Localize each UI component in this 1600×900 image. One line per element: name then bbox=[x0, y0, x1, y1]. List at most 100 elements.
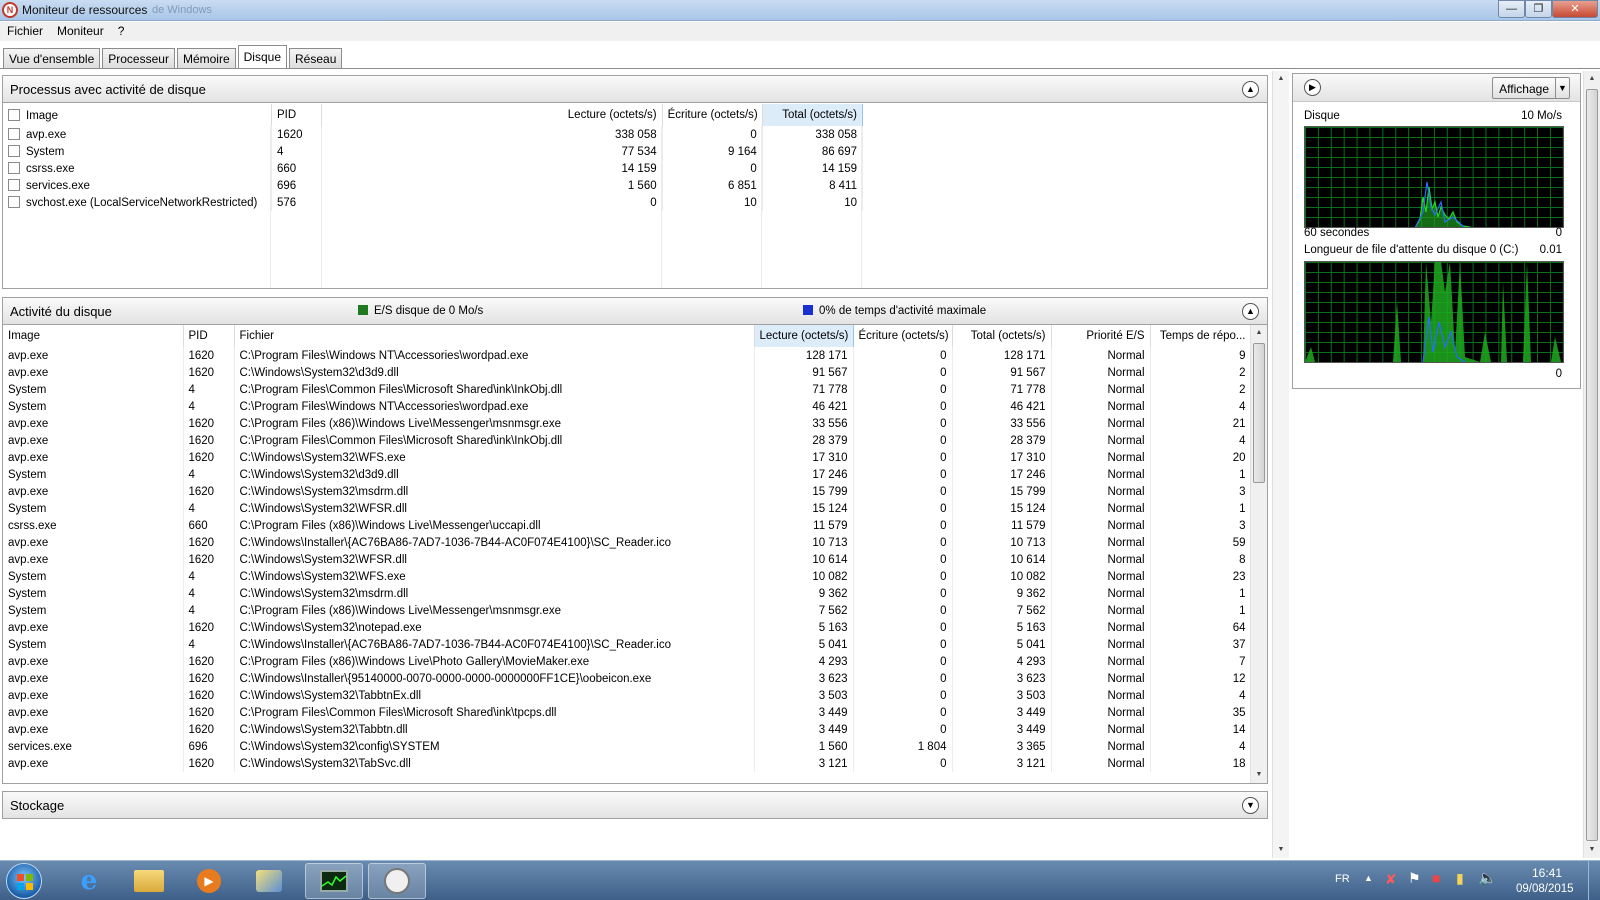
process-checkbox[interactable] bbox=[8, 196, 20, 208]
scroll-thumb[interactable] bbox=[1586, 89, 1598, 841]
expand-down-icon[interactable]: ▼ bbox=[1242, 797, 1259, 814]
activity-row[interactable]: System 4 C:\Windows\System32\d3d9.dll 17 24… bbox=[3, 466, 1252, 483]
taskbar-paint[interactable] bbox=[240, 863, 298, 899]
col-response-time[interactable]: Temps de répo... bbox=[1150, 325, 1252, 347]
activity-row[interactable]: avp.exe 1620 C:\Program Files\Common Files… bbox=[3, 704, 1252, 721]
side-scrollbar[interactable]: ▲ ▼ bbox=[1583, 71, 1600, 858]
menu-file[interactable]: Fichier bbox=[0, 22, 50, 38]
tab-cpu[interactable]: Processeur bbox=[102, 48, 175, 69]
process-checkbox[interactable] bbox=[8, 128, 20, 140]
show-hidden-icons-icon[interactable]: ▲ bbox=[1364, 873, 1373, 883]
process-checkbox[interactable] bbox=[8, 145, 20, 157]
collapse-up-icon[interactable]: ▲ bbox=[1242, 303, 1259, 320]
activity-row[interactable]: System 4 C:\Windows\System32\msdrm.dll 9 36… bbox=[3, 585, 1252, 602]
activity-row[interactable]: avp.exe 1620 C:\Program Files\Common Files… bbox=[3, 432, 1252, 449]
col-file[interactable]: Fichier bbox=[234, 325, 755, 347]
power-icon[interactable]: ▮ bbox=[1456, 870, 1464, 887]
process-image: services.exe bbox=[3, 177, 272, 194]
activity-row[interactable]: avp.exe 1620 C:\Program Files (x86)\Window… bbox=[3, 415, 1252, 432]
process-row[interactable]: avp.exe 1620 338 058 0 338 058 bbox=[3, 126, 864, 143]
col-pid[interactable]: PID bbox=[183, 325, 235, 347]
activity-scrollbar[interactable]: ▲ ▼ bbox=[1250, 325, 1267, 783]
process-checkbox[interactable] bbox=[8, 162, 20, 174]
process-row[interactable]: services.exe 696 1 560 6 851 8 411 bbox=[3, 177, 864, 194]
tab-disk[interactable]: Disque bbox=[237, 45, 287, 69]
col-image[interactable]: Image bbox=[3, 325, 184, 347]
activity-file: C:\Program Files (x86)\Windows Live\Mess… bbox=[234, 415, 755, 432]
menu-help[interactable]: ? bbox=[111, 22, 132, 38]
processes-panel-header[interactable]: Processus avec activité de disque ▲ bbox=[2, 75, 1268, 103]
taskbar-resource-monitor[interactable] bbox=[368, 863, 426, 899]
scroll-up-icon[interactable]: ▲ bbox=[1273, 71, 1289, 87]
storage-panel-header[interactable]: Stockage ▼ bbox=[2, 791, 1268, 819]
clock-time[interactable]: 16:41 bbox=[1532, 866, 1562, 880]
activity-row[interactable]: System 4 C:\Program Files (x86)\Windows Li… bbox=[3, 602, 1252, 619]
activity-row[interactable]: avp.exe 1620 C:\Windows\System32\msdrm.dll… bbox=[3, 483, 1252, 500]
activity-row[interactable]: avp.exe 1620 C:\Windows\System32\TabSvc.dl… bbox=[3, 755, 1252, 772]
activity-row[interactable]: avp.exe 1620 C:\Windows\System32\d3d9.dll 9… bbox=[3, 364, 1252, 381]
show-desktop-button[interactable] bbox=[1588, 861, 1600, 900]
col-read[interactable]: Lecture (octets/s) bbox=[321, 104, 663, 126]
scroll-up-icon[interactable]: ▲ bbox=[1584, 71, 1600, 87]
activity-row[interactable]: avp.exe 1620 C:\Windows\Installer\{AC76BA8… bbox=[3, 534, 1252, 551]
activity-row[interactable]: avp.exe 1620 C:\Windows\System32\WFS.exe 17… bbox=[3, 449, 1252, 466]
scroll-thumb[interactable] bbox=[1253, 343, 1265, 483]
chevron-right-icon[interactable]: ▶ bbox=[1304, 79, 1321, 96]
col-pid[interactable]: PID bbox=[271, 104, 323, 126]
process-row[interactable]: System 4 77 534 9 164 86 697 bbox=[3, 143, 864, 160]
antivirus-icon[interactable]: ■ bbox=[1432, 870, 1440, 886]
volume-icon[interactable]: 🔈 bbox=[1478, 869, 1497, 887]
activity-row[interactable]: avp.exe 1620 C:\Windows\System32\Tabbtn.dl… bbox=[3, 721, 1252, 738]
col-io-priority[interactable]: Priorité E/S bbox=[1051, 325, 1151, 347]
activity-row[interactable]: avp.exe 1620 C:\Windows\System32\TabbtnEx.… bbox=[3, 687, 1252, 704]
col-write[interactable]: Écriture (octets/s) bbox=[853, 325, 953, 347]
col-image[interactable]: Image bbox=[3, 104, 272, 126]
col-total[interactable]: Total (octets/s) bbox=[761, 104, 864, 126]
view-dropdown[interactable]: Affichage ▼ bbox=[1492, 77, 1570, 99]
start-button[interactable] bbox=[6, 863, 42, 899]
action-center-flag-icon[interactable]: ⚑ bbox=[1408, 870, 1421, 887]
language-indicator[interactable]: FR bbox=[1335, 873, 1350, 885]
activity-row[interactable]: avp.exe 1620 C:\Program Files (x86)\Window… bbox=[3, 653, 1252, 670]
process-checkbox[interactable] bbox=[8, 179, 20, 191]
minimize-button[interactable]: — bbox=[1498, 0, 1525, 18]
activity-row[interactable]: avp.exe 1620 C:\Program Files\Windows NT\A… bbox=[3, 347, 1252, 364]
taskbar-explorer[interactable] bbox=[120, 863, 178, 899]
main-scrollbar[interactable]: ▲ ▼ bbox=[1272, 71, 1289, 858]
process-row[interactable]: svchost.exe (LocalServiceNetworkRestrict… bbox=[3, 194, 864, 211]
process-row[interactable]: csrss.exe 660 14 159 0 14 159 bbox=[3, 160, 864, 177]
select-all-checkbox[interactable] bbox=[8, 108, 20, 121]
scroll-up-icon[interactable]: ▲ bbox=[1251, 325, 1267, 341]
collapse-up-icon[interactable]: ▲ bbox=[1242, 81, 1259, 98]
scroll-down-icon[interactable]: ▼ bbox=[1584, 842, 1600, 858]
activity-row[interactable]: System 4 C:\Windows\Installer\{AC76BA86-7A… bbox=[3, 636, 1252, 653]
taskbar-task-manager[interactable] bbox=[305, 863, 363, 899]
tab-network[interactable]: Réseau bbox=[289, 48, 343, 69]
chevron-down-icon[interactable]: ▼ bbox=[1555, 78, 1569, 98]
activity-row[interactable]: System 4 C:\Windows\System32\WFS.exe 10 082… bbox=[3, 568, 1252, 585]
taskbar-media-player[interactable]: ▶ bbox=[180, 863, 238, 899]
close-button[interactable]: ✕ bbox=[1552, 0, 1598, 18]
activity-panel-header[interactable]: Activité du disque E/S disque de 0 Mo/s … bbox=[2, 297, 1268, 325]
activity-row[interactable]: csrss.exe 660 C:\Program Files (x86)\Windo… bbox=[3, 517, 1252, 534]
tab-overview[interactable]: Vue d'ensemble bbox=[3, 48, 101, 69]
activity-row[interactable]: System 4 C:\Program Files\Common Files\Mic… bbox=[3, 381, 1252, 398]
col-total[interactable]: Total (octets/s) bbox=[952, 325, 1052, 347]
activity-row[interactable]: System 4 C:\Program Files\Windows NT\Acces… bbox=[3, 398, 1252, 415]
menu-monitor[interactable]: Moniteur bbox=[50, 22, 111, 38]
col-write[interactable]: Écriture (octets/s) bbox=[662, 104, 763, 126]
activity-row[interactable]: avp.exe 1620 C:\Windows\System32\WFSR.dll 1… bbox=[3, 551, 1252, 568]
maximize-button[interactable]: ❐ bbox=[1525, 0, 1552, 18]
tab-memory[interactable]: Mémoire bbox=[176, 48, 236, 69]
scroll-down-icon[interactable]: ▼ bbox=[1251, 767, 1267, 783]
network-error-icon[interactable]: ✘ bbox=[1385, 871, 1397, 888]
clock-date[interactable]: 09/08/2015 bbox=[1516, 883, 1574, 895]
activity-row[interactable]: System 4 C:\Windows\System32\WFSR.dll 15 12… bbox=[3, 500, 1252, 517]
activity-row[interactable]: avp.exe 1620 C:\Windows\System32\notepad.e… bbox=[3, 619, 1252, 636]
process-write: 0 bbox=[662, 160, 763, 177]
activity-row[interactable]: avp.exe 1620 C:\Windows\Installer\{9514000… bbox=[3, 670, 1252, 687]
taskbar-ie[interactable]: e bbox=[60, 863, 118, 899]
scroll-down-icon[interactable]: ▼ bbox=[1273, 842, 1289, 858]
col-read[interactable]: Lecture (octets/s) bbox=[753, 325, 854, 347]
activity-row[interactable]: services.exe 696 C:\Windows\System32\confi… bbox=[3, 738, 1252, 755]
